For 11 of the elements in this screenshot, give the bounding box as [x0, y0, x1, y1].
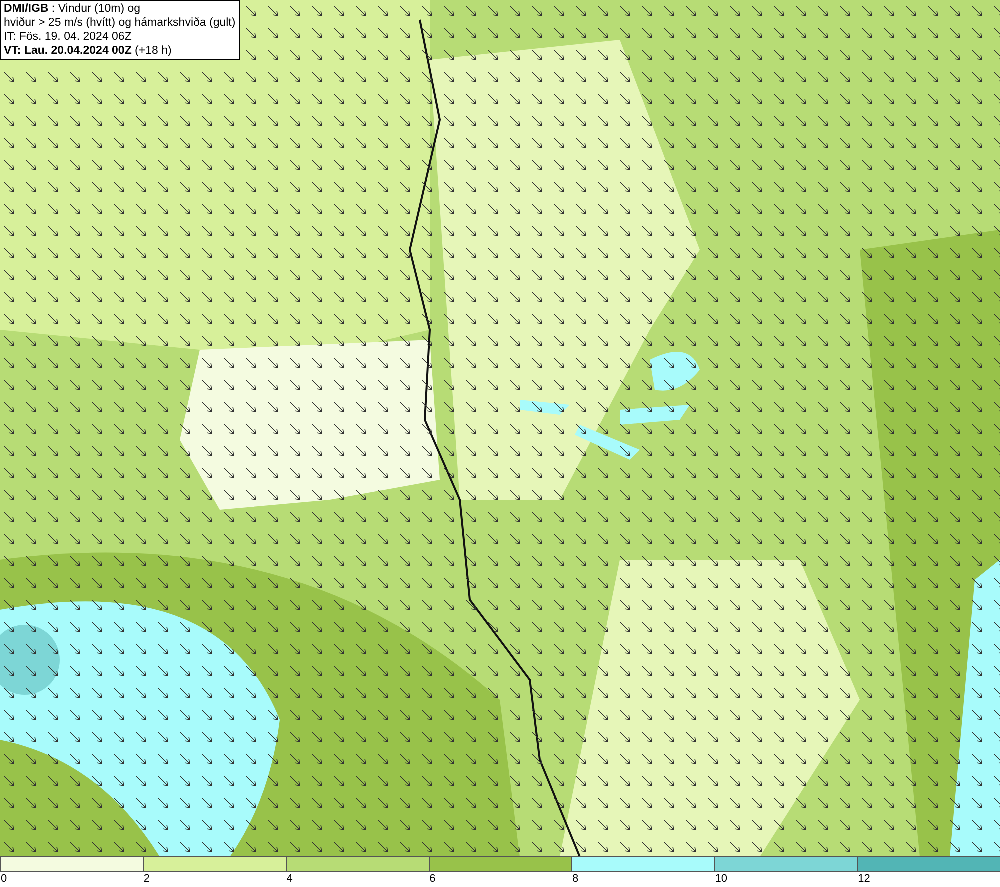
legend-tick-label: 10	[715, 873, 728, 886]
title-line: hviður > 25 m/s (hvítt) og hámarkshviða (gult)	[4, 16, 236, 30]
legend-tick-label: 12	[858, 873, 870, 886]
legend-tick-label: 0	[1, 873, 8, 886]
legend-tick-label: 6	[430, 873, 436, 886]
title-line: DMI/IGB : Vindur (10m) og	[4, 2, 142, 16]
legend-tick-label: 8	[572, 873, 579, 886]
title-line: IT: Fös. 19. 04. 2024 06Z	[4, 30, 133, 44]
legend-tick-label: 2	[144, 873, 150, 886]
title-line: VT: Lau. 20.04.2024 00Z (+18 h)	[4, 44, 173, 58]
legend-tick-label: 4	[286, 873, 293, 886]
